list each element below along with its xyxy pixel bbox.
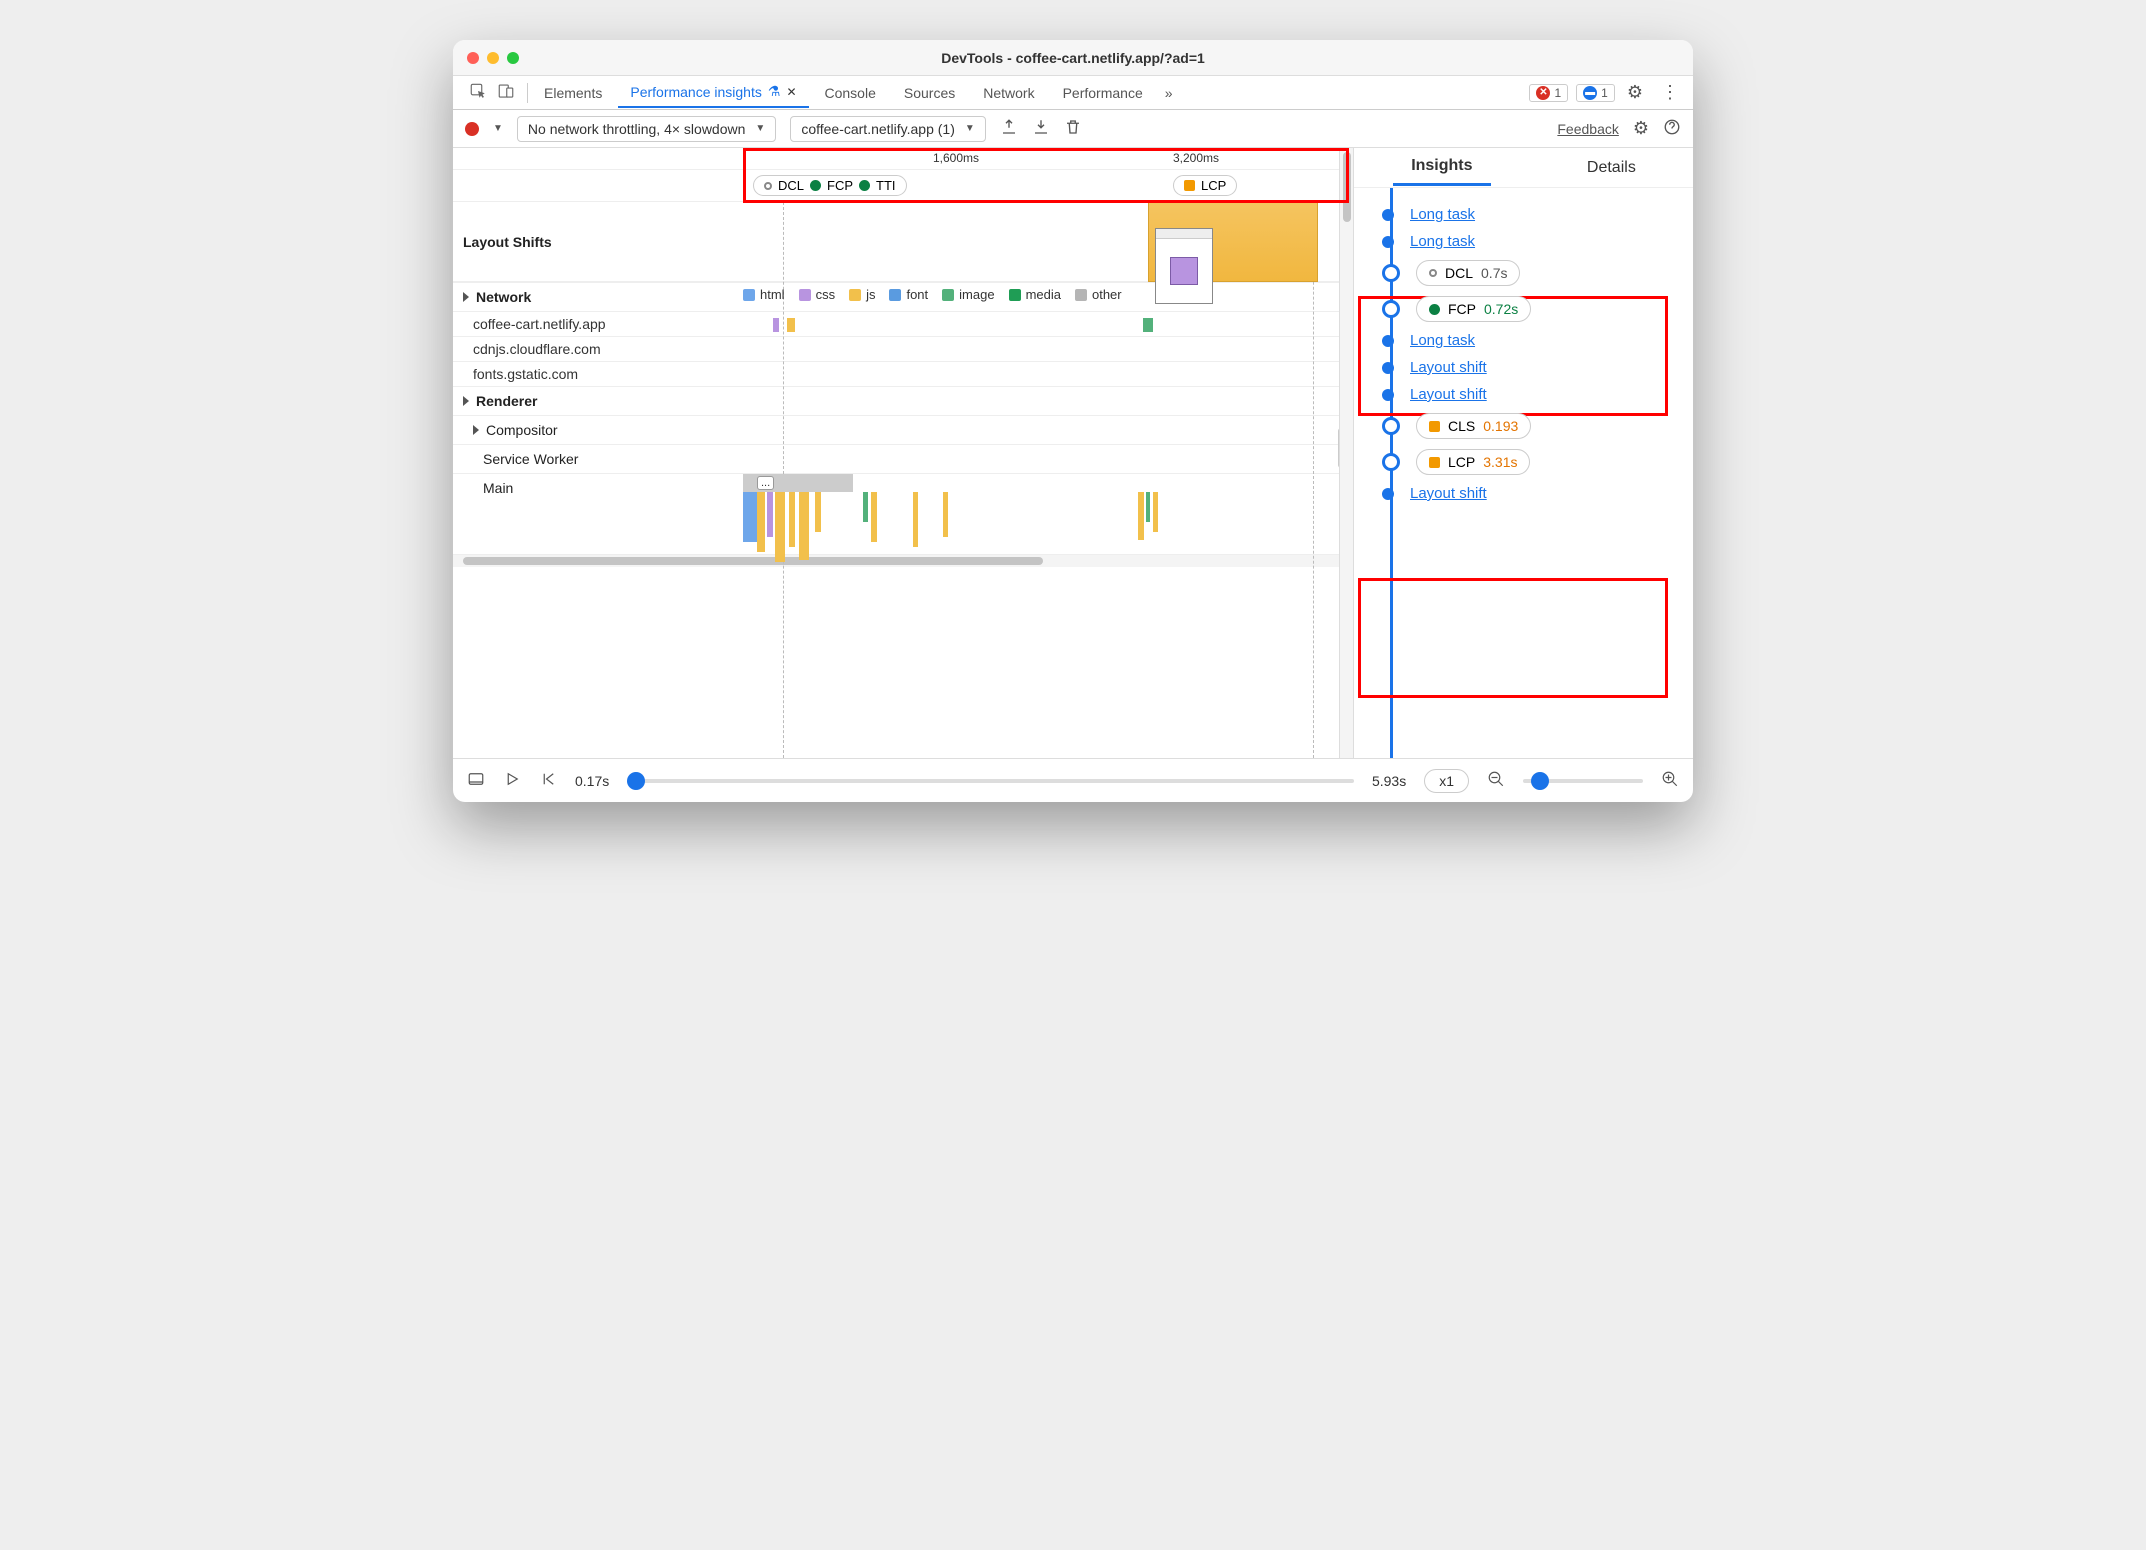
cls-icon bbox=[1429, 421, 1440, 432]
metric-dcl[interactable]: DCL 0.7s bbox=[1416, 260, 1520, 286]
highlight-annotation bbox=[1358, 578, 1668, 698]
insights-timeline[interactable]: Long task Long task DCL 0.7s FCP 0.72s bbox=[1354, 188, 1693, 758]
compositor-track-label[interactable]: Compositor bbox=[453, 416, 743, 444]
insights-sidebar: Insights Details Long task Long task DCL… bbox=[1353, 148, 1693, 758]
lcp-icon bbox=[1184, 180, 1195, 191]
ruler-tick: 3,200ms bbox=[1173, 151, 1219, 165]
tab-elements[interactable]: Elements bbox=[532, 79, 614, 107]
more-menu-icon[interactable]: ⋮ bbox=[1655, 82, 1685, 103]
feedback-link[interactable]: Feedback bbox=[1557, 121, 1618, 137]
fcp-icon bbox=[1429, 304, 1440, 315]
help-icon[interactable] bbox=[1663, 118, 1681, 139]
vertical-scrollbar[interactable] bbox=[1339, 148, 1353, 758]
delete-icon[interactable] bbox=[1064, 118, 1082, 139]
markers-row: DCL FCP TTI LCP bbox=[453, 170, 1353, 202]
dcl-icon bbox=[764, 182, 772, 190]
close-window-icon[interactable] bbox=[467, 52, 479, 64]
minimize-window-icon[interactable] bbox=[487, 52, 499, 64]
import-icon[interactable] bbox=[1032, 118, 1050, 139]
expand-icon bbox=[463, 292, 469, 302]
playback-footer: 0.17s 5.93s x1 bbox=[453, 758, 1693, 802]
time-end: 5.93s bbox=[1372, 773, 1406, 789]
renderer-track-label[interactable]: Renderer bbox=[453, 387, 743, 415]
tab-console[interactable]: Console bbox=[813, 79, 888, 107]
zoom-slider[interactable] bbox=[1523, 779, 1643, 783]
expand-icon bbox=[473, 425, 479, 435]
network-row[interactable]: cdnjs.cloudflare.com bbox=[453, 337, 743, 361]
insight-link-layoutshift[interactable]: Layout shift bbox=[1410, 386, 1487, 403]
settings-icon[interactable]: ⚙ bbox=[1619, 82, 1651, 103]
throttling-select[interactable]: No network throttling, 4× slowdown▼ bbox=[517, 116, 776, 142]
overflow-tabs-icon[interactable]: » bbox=[1159, 85, 1179, 101]
fcp-icon bbox=[810, 180, 821, 191]
drawer-toggle-icon[interactable] bbox=[467, 770, 485, 791]
close-tab-icon[interactable]: ✕ bbox=[786, 85, 796, 99]
details-tab[interactable]: Details bbox=[1569, 151, 1654, 185]
flask-icon: ⚗ bbox=[768, 83, 781, 100]
zoom-in-icon[interactable] bbox=[1661, 770, 1679, 791]
insight-link-layoutshift[interactable]: Layout shift bbox=[1410, 485, 1487, 502]
tab-sources[interactable]: Sources bbox=[892, 79, 967, 107]
insight-link-longtask[interactable]: Long task bbox=[1410, 206, 1475, 223]
devtools-window: DevTools - coffee-cart.netlify.app/?ad=1… bbox=[453, 40, 1693, 802]
time-start: 0.17s bbox=[575, 773, 609, 789]
ruler-tick: 1,600ms bbox=[933, 151, 979, 165]
insights-tab[interactable]: Insights bbox=[1393, 149, 1490, 186]
record-button[interactable] bbox=[465, 122, 479, 136]
messages-badge[interactable]: ▬1 bbox=[1576, 84, 1615, 102]
titlebar: DevTools - coffee-cart.netlify.app/?ad=1 bbox=[453, 40, 1693, 76]
export-icon[interactable] bbox=[1000, 118, 1018, 139]
task-ellipsis[interactable]: ... bbox=[757, 476, 774, 490]
metric-lcp[interactable]: LCP 3.31s bbox=[1416, 449, 1530, 475]
page-select[interactable]: coffee-cart.netlify.app (1)▼ bbox=[790, 116, 985, 142]
playback-speed[interactable]: x1 bbox=[1424, 769, 1469, 793]
time-ruler: 1,600ms 3,200ms bbox=[453, 148, 1353, 170]
inspect-element-icon[interactable] bbox=[469, 82, 487, 103]
metric-cls[interactable]: CLS 0.193 bbox=[1416, 413, 1531, 439]
main-track-label: Main bbox=[453, 474, 743, 502]
insight-link-longtask[interactable]: Long task bbox=[1410, 233, 1475, 250]
rewind-start-icon[interactable] bbox=[539, 770, 557, 791]
play-icon[interactable] bbox=[503, 770, 521, 791]
toolbar-settings-icon[interactable]: ⚙ bbox=[1633, 118, 1649, 139]
tracks-area[interactable]: Layout Shifts Network html css bbox=[453, 202, 1353, 758]
device-toolbar-icon[interactable] bbox=[497, 82, 515, 103]
network-track-label[interactable]: Network bbox=[453, 283, 743, 311]
record-options-dropdown[interactable]: ▼ bbox=[493, 123, 503, 134]
marker-pill-lcp[interactable]: LCP bbox=[1173, 175, 1237, 196]
metric-fcp[interactable]: FCP 0.72s bbox=[1416, 296, 1531, 322]
traffic-lights bbox=[467, 52, 519, 64]
marker-pill-group1[interactable]: DCL FCP TTI bbox=[753, 175, 907, 196]
insights-toolbar: ▼ No network throttling, 4× slowdown▼ co… bbox=[453, 110, 1693, 148]
network-row[interactable]: coffee-cart.netlify.app bbox=[453, 312, 743, 336]
network-legend: html css js font image media other bbox=[743, 283, 1353, 306]
devtools-tabbar: Elements Performance insights ⚗ ✕ Consol… bbox=[453, 76, 1693, 110]
lcp-icon bbox=[1429, 457, 1440, 468]
insight-link-longtask[interactable]: Long task bbox=[1410, 332, 1475, 349]
horizontal-scrollbar[interactable] bbox=[453, 555, 1353, 567]
tab-performance-insights[interactable]: Performance insights ⚗ ✕ bbox=[618, 77, 808, 108]
tti-icon bbox=[859, 180, 870, 191]
network-row[interactable]: fonts.gstatic.com bbox=[453, 362, 743, 386]
service-worker-label: Service Worker bbox=[453, 445, 743, 473]
insight-link-layoutshift[interactable]: Layout shift bbox=[1410, 359, 1487, 376]
timeline-panel: 1,600ms 3,200ms DCL FCP TTI LCP bbox=[453, 148, 1353, 758]
layout-shifts-label: Layout Shifts bbox=[453, 228, 743, 256]
errors-badge[interactable]: ✕1 bbox=[1529, 84, 1568, 102]
playback-slider[interactable] bbox=[627, 779, 1354, 783]
expand-icon bbox=[463, 396, 469, 406]
tab-network[interactable]: Network bbox=[971, 79, 1046, 107]
tab-performance[interactable]: Performance bbox=[1051, 79, 1155, 107]
zoom-out-icon[interactable] bbox=[1487, 770, 1505, 791]
window-title: DevTools - coffee-cart.netlify.app/?ad=1 bbox=[453, 50, 1693, 66]
zoom-window-icon[interactable] bbox=[507, 52, 519, 64]
dcl-icon bbox=[1429, 269, 1437, 277]
